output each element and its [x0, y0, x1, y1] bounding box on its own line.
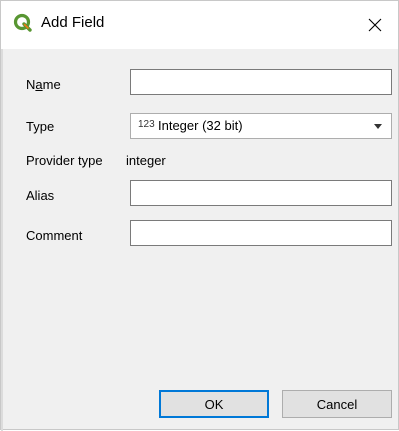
- window-edge: [1, 49, 3, 431]
- provider-type-value: integer: [126, 153, 166, 168]
- dialog-title: Add Field: [41, 14, 105, 31]
- ok-button[interactable]: OK: [159, 390, 269, 418]
- integer-type-icon: 123: [138, 119, 155, 130]
- qgis-icon: [13, 13, 32, 32]
- name-input[interactable]: [130, 69, 392, 95]
- alias-label: Alias: [26, 188, 55, 203]
- name-label: Name: [26, 77, 61, 92]
- type-label: Type: [26, 119, 55, 134]
- chevron-down-icon: [374, 124, 382, 129]
- add-field-dialog: Add Field Name Type 123 Integer (32 bit)…: [0, 0, 399, 431]
- comment-label: Comment: [26, 228, 83, 243]
- alias-input[interactable]: [130, 180, 392, 206]
- close-icon: [368, 18, 382, 32]
- type-select-value: Integer (32 bit): [158, 118, 243, 133]
- provider-type-label: Provider type: [26, 153, 103, 168]
- title-bar: Add Field: [1, 1, 398, 49]
- comment-input[interactable]: [130, 220, 392, 246]
- type-select[interactable]: 123 Integer (32 bit): [130, 113, 392, 139]
- cancel-button[interactable]: Cancel: [282, 390, 392, 418]
- close-button[interactable]: [352, 1, 398, 49]
